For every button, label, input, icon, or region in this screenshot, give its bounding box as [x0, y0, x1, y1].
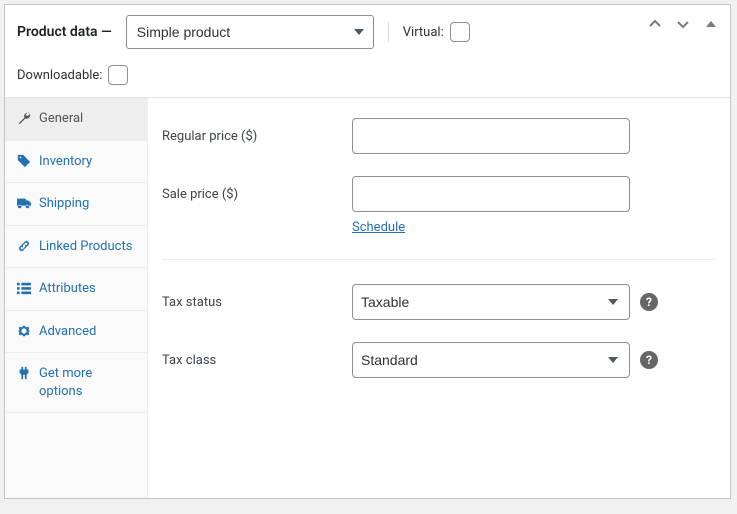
gear-icon: [17, 324, 31, 338]
panel-title: Product data —: [17, 24, 112, 40]
caret-up-icon: [705, 18, 717, 30]
panel-header: Product data — Simple product Virtual: D…: [5, 5, 730, 98]
tab-shipping[interactable]: Shipping: [5, 183, 147, 226]
product-tabs-sidebar: General Inventory Shipping: [5, 98, 148, 498]
tax-class-row: Tax class Standard ?: [162, 342, 716, 378]
help-icon[interactable]: ?: [640, 351, 658, 369]
virtual-checkbox-wrap[interactable]: Virtual:: [403, 22, 470, 42]
product-type-select-wrap: Simple product: [126, 15, 374, 49]
tab-inventory[interactable]: Inventory: [5, 141, 147, 184]
regular-price-row: Regular price ($): [162, 118, 716, 154]
toggle-panel-button[interactable]: [702, 15, 720, 33]
regular-price-label: Regular price ($): [162, 129, 352, 144]
tax-class-select[interactable]: Standard: [352, 342, 630, 378]
tab-get-more-options[interactable]: Get more options: [5, 353, 147, 413]
tax-status-row: Tax status Taxable ?: [162, 284, 716, 320]
plugin-icon: [17, 366, 31, 380]
move-down-button[interactable]: [674, 15, 692, 33]
link-icon: [17, 239, 31, 253]
downloadable-checkbox[interactable]: [108, 65, 128, 85]
tab-label: Get more options: [39, 365, 135, 400]
tab-general[interactable]: General: [5, 98, 147, 141]
tab-label: Inventory: [39, 153, 92, 171]
tab-label: Attributes: [39, 280, 96, 298]
truck-icon: [17, 196, 31, 210]
product-data-panel: Product data — Simple product Virtual: D…: [4, 4, 731, 499]
tab-label: General: [39, 110, 83, 128]
tag-icon: [17, 154, 31, 168]
product-type-select[interactable]: Simple product: [126, 15, 374, 49]
panel-body: General Inventory Shipping: [5, 98, 730, 498]
tab-advanced[interactable]: Advanced: [5, 311, 147, 354]
sale-price-label: Sale price ($): [162, 187, 352, 202]
tab-linked-products[interactable]: Linked Products: [5, 226, 147, 269]
list-icon: [17, 281, 31, 295]
tab-label: Shipping: [39, 195, 89, 213]
schedule-link[interactable]: Schedule: [352, 220, 405, 235]
chevron-down-icon: [675, 16, 691, 32]
tax-class-label: Tax class: [162, 353, 352, 368]
regular-price-input[interactable]: [352, 118, 630, 154]
separator: [388, 22, 389, 42]
panel-controls: [646, 15, 720, 33]
wrench-icon: [17, 111, 31, 125]
downloadable-label: Downloadable:: [17, 68, 102, 83]
section-separator: [162, 259, 716, 260]
virtual-checkbox[interactable]: [450, 22, 470, 42]
tax-status-label: Tax status: [162, 295, 352, 310]
downloadable-checkbox-wrap[interactable]: Downloadable:: [17, 65, 128, 85]
tab-attributes[interactable]: Attributes: [5, 268, 147, 311]
chevron-up-icon: [647, 16, 663, 32]
tax-status-select[interactable]: Taxable: [352, 284, 630, 320]
tab-label: Linked Products: [39, 238, 132, 256]
virtual-label: Virtual:: [403, 25, 444, 40]
help-icon[interactable]: ?: [640, 293, 658, 311]
tab-label: Advanced: [39, 323, 96, 341]
move-up-button[interactable]: [646, 15, 664, 33]
sale-price-row: Sale price ($): [162, 176, 716, 212]
schedule-row: Schedule: [162, 220, 716, 235]
sale-price-input[interactable]: [352, 176, 630, 212]
tab-content-general: Regular price ($) Sale price ($) Schedul…: [148, 98, 730, 498]
